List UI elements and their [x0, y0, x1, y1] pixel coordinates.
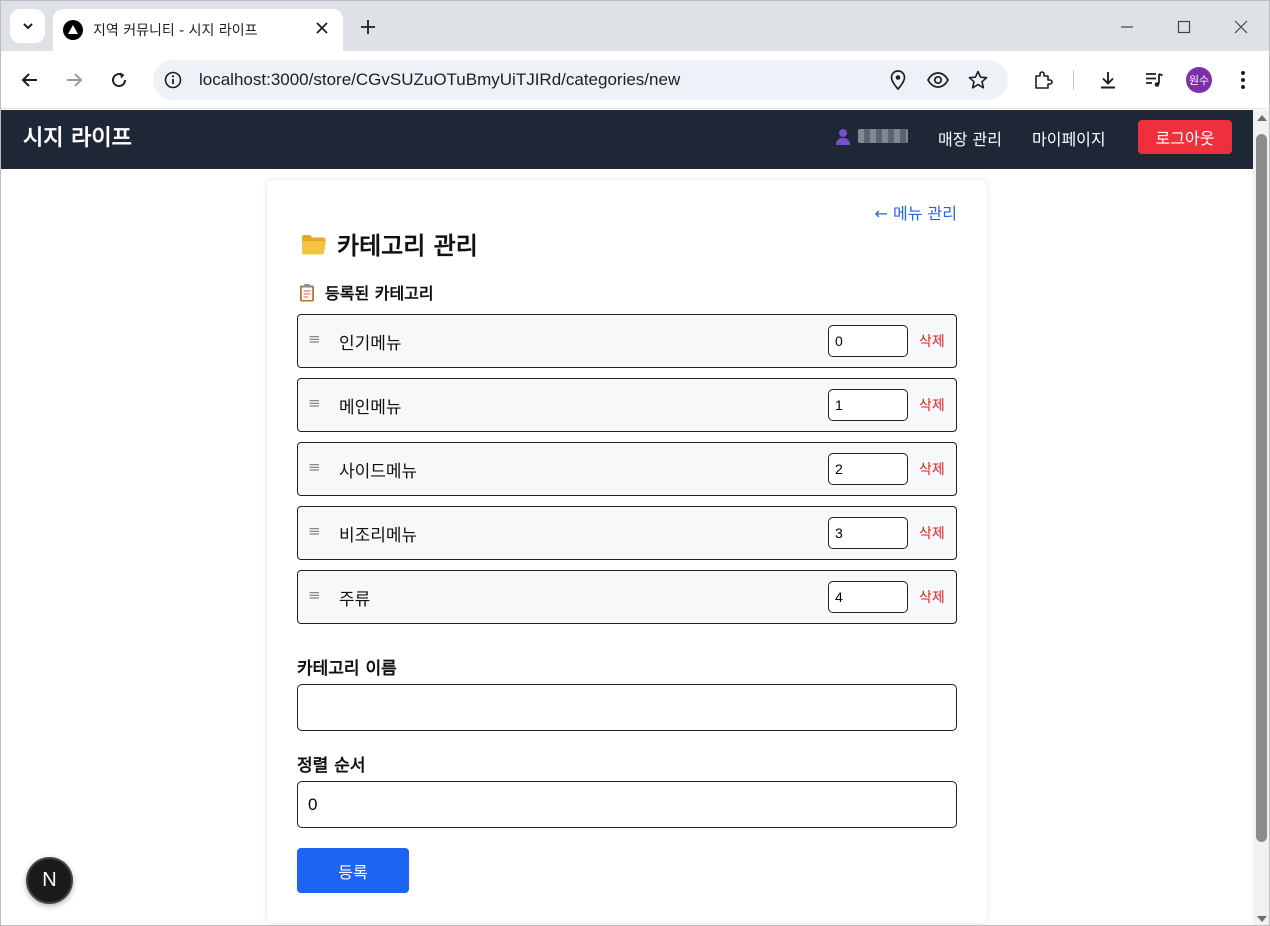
- extensions-icon[interactable]: [1029, 66, 1057, 94]
- sort-order-label: 정렬 순서: [297, 756, 366, 776]
- category-row[interactable]: ≡ 사이드메뉴 삭제: [297, 442, 957, 496]
- category-order-input[interactable]: [828, 453, 908, 485]
- drag-handle-icon[interactable]: ≡: [308, 522, 321, 540]
- page-title-text: 카테고리 관리: [337, 232, 478, 260]
- user-icon: [836, 129, 850, 145]
- register-button[interactable]: 등록: [297, 848, 409, 893]
- forward-arrow-icon[interactable]: [60, 66, 88, 94]
- sort-order-input[interactable]: [297, 781, 957, 828]
- site-info-icon[interactable]: [163, 70, 183, 90]
- category-name-label: 카테고리 이름: [297, 659, 397, 679]
- category-row[interactable]: ≡ 인기메뉴 삭제: [297, 314, 957, 368]
- back-arrow-icon[interactable]: [16, 66, 44, 94]
- folder-icon: [302, 234, 326, 254]
- active-tab[interactable]: 지역 커뮤니티 - 시지 라이프: [53, 9, 343, 51]
- drag-handle-icon[interactable]: ≡: [308, 394, 321, 412]
- delete-button[interactable]: 삭제: [919, 523, 945, 543]
- nav-mypage[interactable]: 마이페이지: [1032, 126, 1106, 150]
- delete-button[interactable]: 삭제: [919, 587, 945, 607]
- toolbar-divider: [1073, 70, 1074, 90]
- reload-icon[interactable]: [105, 66, 133, 94]
- nextjs-dev-badge[interactable]: N: [26, 857, 73, 904]
- category-card: ← 메뉴 관리 카테고리 관리 등록된 카테고리 ≡ 인기메뉴 삭제 ≡ 메인메…: [267, 180, 987, 923]
- drag-handle-icon[interactable]: ≡: [308, 330, 321, 348]
- blurred-username: [858, 129, 908, 143]
- brand-logo-text[interactable]: 시지 라이프: [23, 120, 132, 152]
- category-row[interactable]: ≡ 메인메뉴 삭제: [297, 378, 957, 432]
- profile-avatar[interactable]: 원수: [1186, 67, 1212, 93]
- eye-icon[interactable]: [927, 69, 949, 91]
- bookmark-star-icon[interactable]: [967, 69, 989, 91]
- browser-toolbar: localhost:3000/store/CGvSUZuOTuBmyUiTJIR…: [1, 51, 1269, 109]
- drag-handle-icon[interactable]: ≡: [308, 586, 321, 604]
- address-bar[interactable]: localhost:3000/store/CGvSUZuOTuBmyUiTJIR…: [153, 60, 1008, 100]
- category-name: 사이드메뉴: [339, 462, 418, 482]
- category-order-input[interactable]: [828, 325, 908, 357]
- tab-search-button[interactable]: [10, 9, 45, 43]
- app-header: 시지 라이프 매장 관리 마이페이지 로그아웃: [1, 110, 1253, 169]
- category-order-input[interactable]: [828, 517, 908, 549]
- category-name: 메인메뉴: [339, 398, 402, 418]
- tab-title: 지역 커뮤니티 - 시지 라이프: [93, 23, 258, 39]
- category-order-input[interactable]: [828, 389, 908, 421]
- favicon-icon: [63, 20, 83, 40]
- category-name-input[interactable]: [297, 684, 957, 731]
- scrollbar-thumb[interactable]: [1256, 134, 1267, 842]
- chevron-down-icon: [22, 23, 33, 30]
- delete-button[interactable]: 삭제: [919, 459, 945, 479]
- maximize-icon[interactable]: [1170, 13, 1198, 41]
- close-window-icon[interactable]: [1227, 13, 1255, 41]
- url-text[interactable]: localhost:3000/store/CGvSUZuOTuBmyUiTJIR…: [199, 70, 680, 90]
- new-tab-icon[interactable]: [355, 14, 381, 40]
- page-scrollbar[interactable]: [1253, 110, 1269, 925]
- logout-button[interactable]: 로그아웃: [1138, 120, 1232, 154]
- back-to-menu-link[interactable]: ← 메뉴 관리: [875, 200, 957, 224]
- category-row[interactable]: ≡ 비조리메뉴 삭제: [297, 506, 957, 560]
- close-tab-icon[interactable]: [313, 19, 331, 37]
- category-name: 인기메뉴: [339, 334, 402, 354]
- category-name: 비조리메뉴: [339, 526, 418, 546]
- minimize-icon[interactable]: [1113, 13, 1141, 41]
- delete-button[interactable]: 삭제: [919, 331, 945, 351]
- registered-section-text: 등록된 카테고리: [325, 284, 434, 303]
- scroll-up-arrow-icon[interactable]: [1257, 115, 1267, 121]
- page-title: 카테고리 관리: [301, 226, 478, 261]
- browser-window: 지역 커뮤니티 - 시지 라이프 localhost:3000/store/CG…: [0, 0, 1270, 926]
- clipboard-icon: [300, 283, 314, 301]
- scroll-down-arrow-icon[interactable]: [1257, 916, 1267, 922]
- download-icon[interactable]: [1094, 66, 1122, 94]
- drag-handle-icon[interactable]: ≡: [308, 458, 321, 476]
- media-queue-icon[interactable]: [1140, 66, 1168, 94]
- category-row[interactable]: ≡ 주류 삭제: [297, 570, 957, 624]
- tab-strip: 지역 커뮤니티 - 시지 라이프: [1, 1, 1269, 51]
- location-pin-icon[interactable]: [887, 69, 909, 91]
- registered-section-title: 등록된 카테고리: [299, 280, 434, 304]
- nav-store-manage[interactable]: 매장 관리: [938, 126, 1002, 150]
- kebab-menu-icon[interactable]: [1229, 66, 1257, 94]
- category-name: 주류: [339, 590, 371, 610]
- category-order-input[interactable]: [828, 581, 908, 613]
- delete-button[interactable]: 삭제: [919, 395, 945, 415]
